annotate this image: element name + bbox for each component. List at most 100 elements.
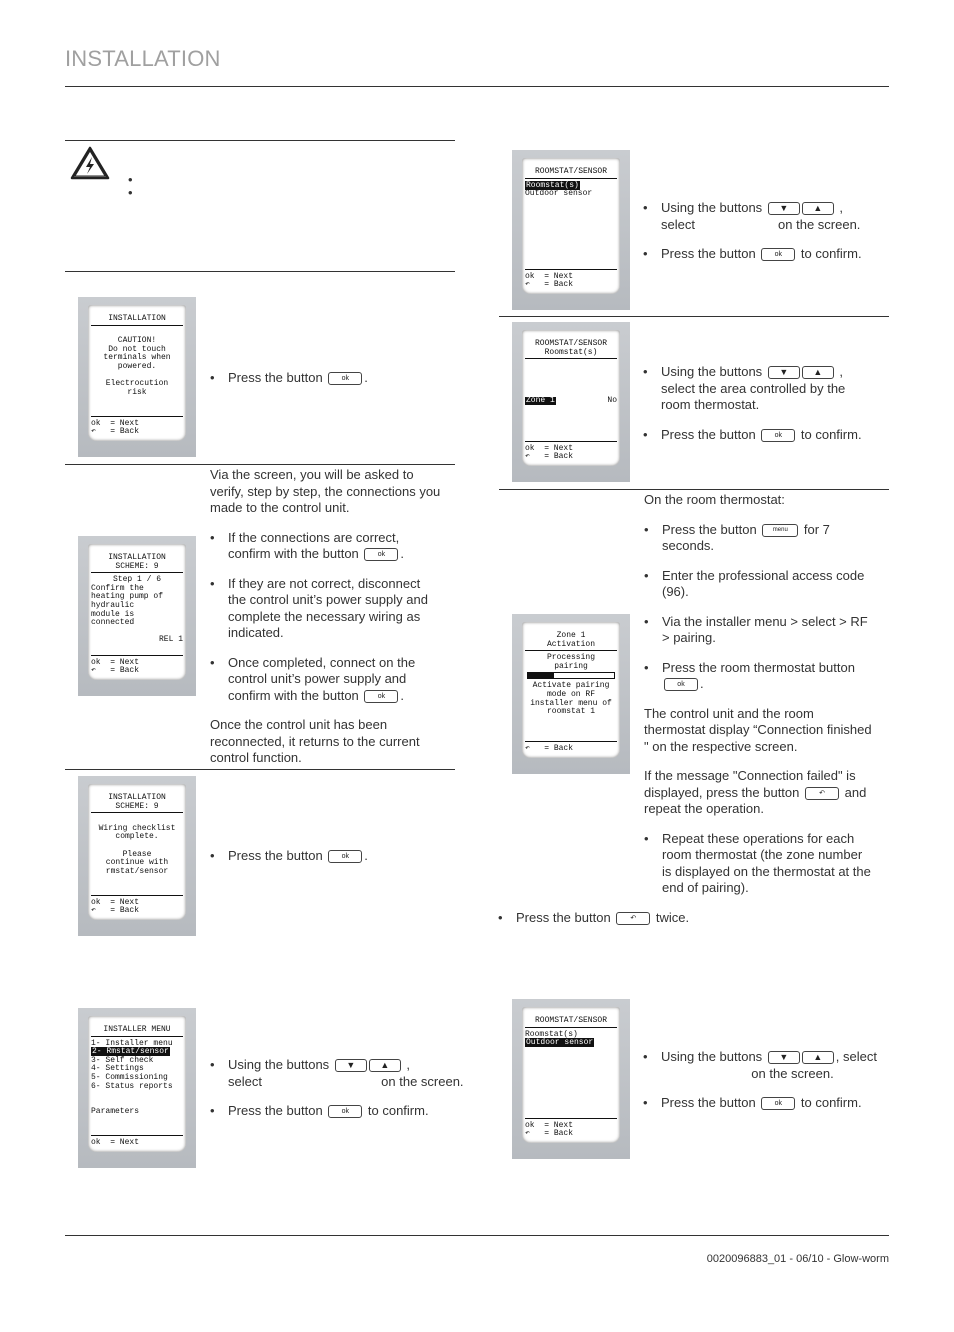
text: select the area controlled by the: [661, 380, 846, 396]
lcd-line: connected: [91, 618, 183, 628]
text: Press the button: [662, 521, 761, 537]
bullet-item: Using the buttons ▼▲ ,select on the scre…: [643, 200, 883, 233]
arrow-buttons: ▼ ▲: [767, 202, 834, 216]
instruction-block: Using the buttons ▼▲ ,select on the scre…: [643, 200, 883, 276]
text-line: select on the screen.: [661, 217, 883, 234]
lcd-line: 6- Status reports: [91, 1081, 183, 1092]
paragraph: On the room thermostat:: [644, 492, 889, 509]
lcd-line: powered.: [91, 362, 183, 372]
text: Press the button: [661, 246, 760, 261]
arrow-up-button-icon: ▲: [368, 1059, 401, 1073]
lcd-footer: ok = Next ↶ = Back: [91, 415, 183, 437]
text: Press the button: [661, 1095, 760, 1110]
text: made to the control unit.: [210, 500, 350, 515]
lcd-title: INSTALLER MENU: [103, 1025, 171, 1034]
text-line: reconnected, it returns to the current: [210, 734, 458, 751]
text: ,: [835, 364, 844, 379]
lcd-divider: [91, 1135, 183, 1137]
lcd-title: ROOMSTAT/SENSOR: [534, 1016, 607, 1025]
text-line: Via the screen, you will be asked to: [210, 467, 458, 484]
manual-page: INSTALLATION INSTALLATION CAUTION! Do not …: [0, 0, 954, 1332]
text: (96).: [662, 584, 689, 599]
text-line: seconds.: [662, 538, 889, 555]
text: to confirm.: [797, 426, 862, 442]
lcd-text: 6- Status reports: [91, 1081, 173, 1091]
text: Repeat these operations for each: [662, 830, 855, 846]
text-line: The control unit and the room: [644, 706, 889, 723]
text: Using the buttons: [661, 364, 766, 379]
menu-button-icon: menu: [762, 523, 799, 537]
lcd-footer: ok = Next: [91, 1134, 183, 1148]
text: confirm with the button: [228, 546, 363, 561]
text: Press the button: [661, 426, 760, 442]
text-line: room thermostat.: [661, 397, 883, 414]
text: is displayed on the thermostat at the: [662, 863, 871, 879]
text: Press the button: [516, 910, 615, 925]
lcd-footer-line: ↶ = Back: [525, 1129, 574, 1139]
lcd-screen: INSTALLATION SCHEME: 9 Step 1 / 6 Confirm t…: [78, 536, 196, 696]
text-line: Press the button ok to confirm.: [661, 427, 883, 444]
text: Using the buttons: [661, 1049, 766, 1064]
bullet-item: Using the buttons ▼▲ ,select on the scre…: [210, 1057, 464, 1090]
text: ,: [402, 1057, 411, 1072]
lcd-text: Outdoor sensor: [525, 189, 593, 199]
bullet-item: If they are not correct, disconnectthe c…: [210, 576, 458, 642]
text: seconds.: [662, 538, 715, 553]
text: .: [700, 676, 704, 691]
ok-button-icon: ok: [364, 548, 399, 562]
text: confirm with the button: [228, 687, 363, 703]
bullet-item: Press the button ok.: [210, 370, 455, 387]
back-button-icon: ↶: [616, 912, 651, 926]
paragraph: Via the screen, you will be asked to veri…: [210, 467, 458, 517]
lcd-footer-line: ok = Next: [91, 1138, 140, 1148]
lcd-footer-line: ↶ = Back: [525, 744, 574, 754]
lcd-display: INSTALLATION SCHEME: 9 Wiring checklist com…: [88, 784, 186, 920]
text: If the message "Connection failed" is: [644, 768, 856, 783]
lcd-text: risk: [127, 387, 147, 397]
lcd-footer: ok = Next ↶ = Back: [91, 654, 183, 676]
lcd-divider: [525, 1026, 617, 1028]
text: repeat the operation.: [644, 801, 764, 816]
text: > pairing.: [662, 630, 716, 645]
lcd-line: [525, 362, 617, 371]
lcd-line: roomstat 1: [525, 707, 617, 717]
ok-button-icon: ok: [664, 678, 698, 692]
text-line: Press the button ok.: [228, 370, 455, 387]
bullet-item: Press the button menu for 7seconds.: [644, 522, 889, 555]
document-reference: 0020096883_01 - 06/10 - Glow-worm: [706, 1253, 889, 1265]
arrow-buttons: ▼ ▲: [767, 366, 834, 380]
text-line: confirm with the button ok.: [228, 688, 458, 705]
bullet-item: Press the button ok to confirm.: [643, 1095, 893, 1112]
lcd-screen: ROOMSTAT/SENSOR Roomstat(s) Zone 1 No ok = N…: [512, 322, 630, 482]
lcd-title: ROOMSTAT/SENSOR: [534, 167, 607, 176]
text-line: " on the respective screen.: [644, 739, 889, 756]
text: If the connections are correct,: [228, 529, 400, 545]
lcd-title: Activation: [546, 639, 595, 649]
lcd-divider: [91, 415, 183, 417]
text-line: thermostat display “Connection finished: [644, 722, 889, 739]
lcd-divider: [91, 1035, 183, 1037]
bullet-item: Press the button ok to confirm.: [643, 427, 883, 444]
lcd-text: connected: [91, 618, 135, 628]
arrow-up-button-icon: ▲: [801, 202, 834, 216]
lcd-text: roomstat 1: [546, 707, 595, 717]
text-line: Using the buttons ▼▲ ,: [661, 364, 883, 381]
lcd-line: Outdoor sensor: [525, 189, 617, 199]
paragraph: The control unit and the room thermostat …: [644, 706, 889, 756]
lcd-footer-line: ↶ = Back: [525, 280, 574, 290]
text-line: control function.: [210, 750, 458, 767]
lcd-footer: ok = Next ↶ = Back: [525, 1117, 617, 1139]
lcd-line: pairing: [525, 662, 617, 672]
lcd-line: [525, 379, 617, 388]
lcd-line: REL 1: [91, 636, 183, 645]
text-line: is displayed on the thermostat at the: [662, 864, 889, 881]
text: " on the respective screen.: [644, 738, 798, 754]
paragraph: Once the control unit has been reconnecte…: [210, 717, 458, 767]
text: Using the buttons: [661, 200, 766, 215]
lcd-line: [525, 371, 617, 380]
text: Enter the professional access code: [662, 567, 865, 583]
lcd-divider: [525, 268, 617, 270]
text: to confirm.: [797, 1095, 862, 1110]
instruction-block: Press the button ↶ twice.: [498, 910, 798, 940]
lcd-display: INSTALLATION SCHEME: 9 Step 1 / 6 Confirm t…: [88, 544, 186, 680]
